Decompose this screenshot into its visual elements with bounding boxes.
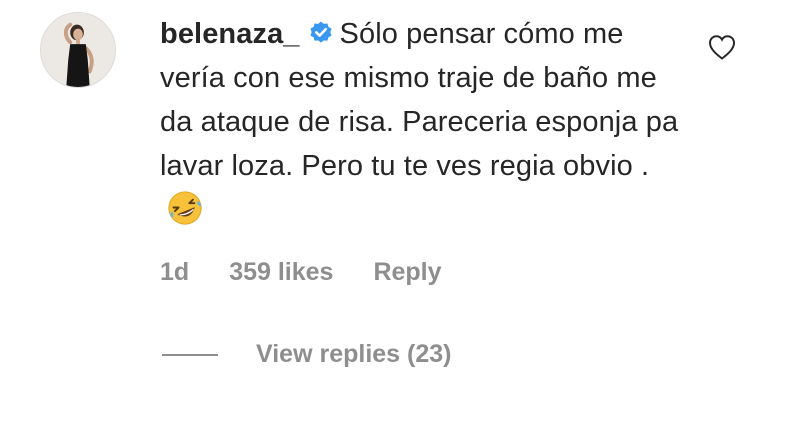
username-link[interactable]: belenaza_ xyxy=(160,18,300,50)
reply-button[interactable]: Reply xyxy=(373,258,441,287)
avatar-image xyxy=(41,13,115,87)
heart-outline-icon xyxy=(708,35,736,60)
rofl-emoji-icon xyxy=(166,189,204,227)
verified-badge-icon xyxy=(308,20,334,46)
avatar[interactable] xyxy=(40,12,116,88)
comment-body: belenaza_ Sólo pensar cómo me vería con … xyxy=(160,12,680,232)
comment-meta: 1d 359 likes Reply xyxy=(160,258,442,287)
replies-divider-line xyxy=(162,353,218,356)
view-replies-label: View replies (23) xyxy=(256,340,452,368)
view-replies-button[interactable]: View replies (23) xyxy=(162,340,451,369)
comment-text-block: belenaza_ Sólo pensar cómo me vería con … xyxy=(160,12,680,232)
comment-age[interactable]: 1d xyxy=(160,258,189,287)
like-button[interactable] xyxy=(707,33,737,61)
comment: belenaza_ Sólo pensar cómo me vería con … xyxy=(0,0,800,426)
likes-count[interactable]: 359 likes xyxy=(229,258,333,287)
